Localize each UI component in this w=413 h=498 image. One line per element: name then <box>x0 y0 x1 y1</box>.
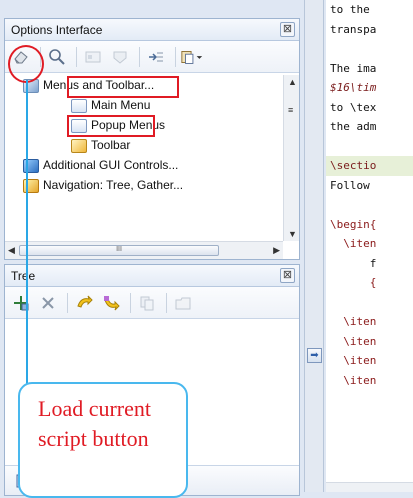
code-editor[interactable]: to the transpa The ima $16\tim to \tex the a… <box>326 0 413 492</box>
code-line[interactable]: \sectio <box>326 156 413 176</box>
close-options-panel-icon[interactable]: ⊠ <box>280 22 295 37</box>
arrow-right-icon: ➡ <box>310 350 319 361</box>
tree-node-label: Toolbar <box>91 138 131 152</box>
options-panel-header: Options Interface ⊠ <box>5 19 299 41</box>
toolbar-separator <box>166 292 167 313</box>
move-up-button[interactable] <box>72 291 96 315</box>
delete-node-button[interactable] <box>36 291 60 315</box>
new-folder-button[interactable] <box>171 291 195 315</box>
toolbar-icon <box>71 138 87 153</box>
properties-icon <box>85 51 101 62</box>
indent-icon <box>149 52 163 61</box>
scroll-down-icon[interactable]: ▼ <box>288 229 297 239</box>
tree-node-label: Main Menu <box>91 98 151 112</box>
toolbar-separator <box>175 46 176 67</box>
options-panel-title: Options Interface <box>11 23 103 37</box>
search-icon <box>49 48 65 65</box>
code-line[interactable]: \iten <box>326 332 413 352</box>
toolbar-separator <box>139 46 140 67</box>
annotation-callout: Load current script button <box>18 382 188 498</box>
move-down-button[interactable] <box>99 291 123 315</box>
code-line[interactable]: transpa <box>326 20 413 40</box>
splitter-strip: ➡ <box>304 0 324 492</box>
code-lines: to the transpa The ima $16\tim to \tex the a… <box>326 0 413 390</box>
code-line[interactable] <box>326 293 413 313</box>
move-icon <box>113 51 127 64</box>
scroll-right-icon[interactable]: ▶ <box>273 245 280 256</box>
indent-button[interactable] <box>144 45 168 69</box>
options-toolbar <box>5 41 299 73</box>
code-line[interactable]: to the <box>326 0 413 20</box>
editor-horizontal-scrollbar[interactable] <box>326 482 413 492</box>
delete-icon <box>42 296 54 309</box>
annotation-pointer-line <box>26 80 28 386</box>
toolbar-separator <box>130 292 131 313</box>
tree-node-main-menu[interactable]: Main Menu <box>5 95 299 115</box>
toolbar-separator <box>67 292 68 313</box>
code-line[interactable]: \iten <box>326 234 413 254</box>
highlight-toolbar <box>67 115 155 137</box>
annotation-line-2: script button <box>38 426 149 451</box>
clipboard-icon <box>181 50 203 64</box>
tree-node-toolbar[interactable]: Toolbar <box>5 135 299 155</box>
add-node-button[interactable] <box>9 291 33 315</box>
yellow-arrow-down-icon <box>104 295 120 310</box>
code-line[interactable]: Follow <box>326 176 413 196</box>
move-button[interactable] <box>108 45 132 69</box>
scroll-left-icon[interactable]: ◀ <box>8 245 15 256</box>
copy-icon <box>140 296 154 310</box>
search-button[interactable] <box>45 45 69 69</box>
code-line[interactable]: $16\tim <box>326 78 413 98</box>
close-tree-panel-icon[interactable]: ⊠ <box>280 268 295 283</box>
tree-node-label: Additional GUI Controls... <box>43 158 179 172</box>
highlight-main-menu <box>67 76 179 98</box>
tree-panel-header: Tree ⊠ <box>5 265 299 287</box>
scroll-up-icon[interactable]: ▲ <box>288 77 297 87</box>
horizontal-scroll-thumb[interactable]: III <box>19 245 219 256</box>
code-line[interactable]: \iten <box>326 312 413 332</box>
code-line[interactable]: f <box>326 254 413 274</box>
annotation-line-1: Load current <box>38 396 151 421</box>
code-line[interactable] <box>326 137 413 157</box>
tree-node-additional-gui-controls[interactable]: Additional GUI Controls... <box>5 155 299 175</box>
options-interface-panel: Options Interface ⊠ Menus and Toolbar...… <box>4 18 300 260</box>
copy-node-button[interactable] <box>135 291 159 315</box>
yellow-arrow-icon <box>77 295 93 308</box>
tree-node-label: Navigation: Tree, Gather... <box>43 178 184 192</box>
paste-dropdown-button[interactable] <box>180 45 204 69</box>
code-line[interactable]: \iten <box>326 371 413 391</box>
folder-icon <box>175 297 191 309</box>
tree-toolbar <box>5 287 299 319</box>
tree-node-navigation[interactable]: Navigation: Tree, Gather... <box>5 175 299 195</box>
code-line[interactable]: to \tex <box>326 98 413 118</box>
options-tree-vertical-scrollbar[interactable]: ▲ ≡ ▼ <box>283 75 299 241</box>
code-line[interactable]: The ima <box>326 59 413 79</box>
toolbar-separator <box>76 46 77 67</box>
code-line[interactable] <box>326 195 413 215</box>
options-tree-horizontal-scrollbar[interactable]: ◀ III ▶ <box>5 241 283 259</box>
tree-panel-title: Tree <box>11 269 36 283</box>
options-tree: Menus and Toolbar... Main Menu Popup Men… <box>5 75 299 241</box>
code-line[interactable]: { <box>326 273 413 293</box>
properties-button[interactable] <box>81 45 105 69</box>
menu-page-icon <box>71 98 87 113</box>
annotation-circle <box>8 45 44 83</box>
insert-to-editor-button[interactable]: ➡ <box>307 348 322 363</box>
code-line[interactable]: the adm <box>326 117 413 137</box>
code-line[interactable] <box>326 39 413 59</box>
code-line[interactable]: \iten <box>326 351 413 371</box>
scroll-thumb-icon[interactable]: ≡ <box>288 105 293 115</box>
code-line[interactable]: \begin{ <box>326 215 413 235</box>
